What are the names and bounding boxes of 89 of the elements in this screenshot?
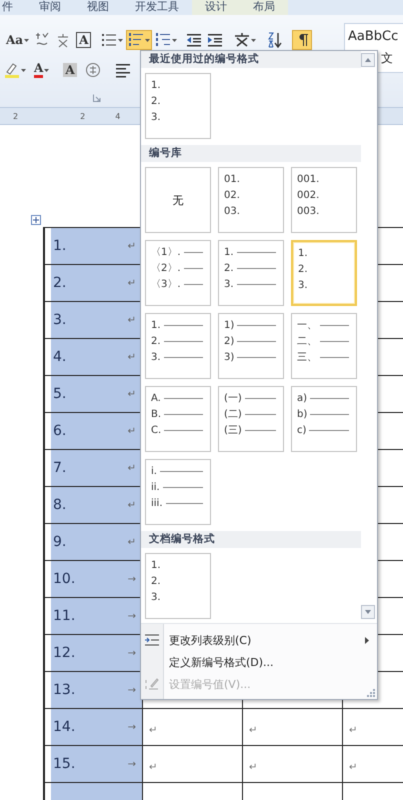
cell-mark: ↵	[128, 500, 136, 510]
cell-mark: ↵	[128, 314, 136, 326]
resize-grip-icon[interactable]	[367, 689, 375, 697]
cell-mark: ↵	[128, 388, 136, 400]
ruler-number: 4	[115, 112, 120, 120]
cell-mark: →	[128, 684, 136, 696]
text-check-icon	[34, 32, 50, 48]
numbering-format-option[interactable]: 一、 二、 三、	[291, 313, 357, 379]
list-number: 12.	[53, 645, 76, 661]
align-left-icon	[114, 62, 131, 78]
cell-mark: ↵	[348, 762, 358, 772]
scroll-down-button[interactable]	[361, 605, 375, 619]
list-number: 11.	[53, 608, 76, 624]
numbering-format-option[interactable]: i. ii. iii.	[145, 459, 211, 525]
ribbon-tab[interactable]: 开发工具	[122, 0, 192, 15]
cell-mark: →	[128, 722, 136, 732]
numbering-format-option[interactable]: 01. 02. 03.	[218, 167, 284, 233]
list-number: 4.	[53, 349, 66, 365]
numbering-format-option[interactable]: a) b) c)	[291, 386, 357, 452]
ribbon-tab[interactable]: 设计	[192, 0, 240, 15]
cell-mark: ↵	[128, 536, 136, 548]
numbering-format-option[interactable]: 1. 2. 3.	[291, 240, 357, 306]
list-number: 5.	[53, 386, 66, 402]
cell-mark: ↵	[248, 762, 258, 772]
cell-mark: ↵	[248, 724, 258, 736]
cell-mark: ↵	[128, 240, 136, 252]
list-number: 10.	[53, 571, 76, 587]
list-number: 7.	[53, 460, 66, 476]
char-shading-button[interactable]: A	[61, 60, 79, 80]
ribbon-tab[interactable]: 审阅	[26, 0, 74, 15]
numbering-button[interactable]	[126, 30, 152, 50]
list-number: 9.	[53, 534, 66, 550]
numbered-list-icon	[128, 32, 144, 48]
cell-mark: ↵	[128, 426, 136, 436]
numbering-format-option[interactable]: (一) (二) (三)	[218, 386, 284, 452]
ribbon-tab[interactable]: 布局	[240, 0, 288, 15]
multilevel-list-icon	[155, 32, 172, 48]
list-number: 15.	[53, 756, 76, 772]
list-number: 2.	[53, 275, 66, 291]
bullet-list-icon	[101, 32, 118, 48]
numbering-format-option[interactable]: 无	[145, 167, 211, 233]
highlighter-icon	[4, 62, 20, 78]
show-marks-button[interactable]	[292, 30, 312, 50]
font-color-button[interactable]: A	[32, 60, 52, 80]
dialog-launcher-icon[interactable]	[93, 94, 101, 102]
ruler-number: 2	[80, 112, 86, 120]
cell-mark: →	[128, 610, 136, 622]
list-number: 1.	[53, 238, 66, 254]
scroll-up-button[interactable]	[361, 53, 375, 67]
list-number: 8.	[53, 497, 66, 513]
indent-level-icon	[145, 634, 159, 646]
numbering-format-option[interactable]: 001. 002. 003.	[291, 167, 357, 233]
numbering-format-option[interactable]: 1. 2. 3.	[145, 73, 211, 139]
ribbon-tab[interactable]: 件	[0, 0, 26, 15]
table-move-handle-icon[interactable]	[31, 215, 41, 225]
cell-mark: →	[128, 648, 136, 658]
section-header: 最近使用过的编号格式	[141, 51, 361, 68]
cell-mark: ↵	[128, 278, 136, 288]
numbering-format-option[interactable]: 1) 2) 3)	[218, 313, 284, 379]
numbering-format-option[interactable]: 1. 2. 3.	[145, 553, 211, 619]
numbered-pen-icon	[145, 677, 159, 691]
list-number: 6.	[53, 423, 66, 439]
ruler-number: 2	[13, 112, 18, 120]
list-number: 3.	[53, 312, 66, 328]
indent-icon	[207, 32, 224, 48]
change-case-button[interactable]: Aa	[4, 30, 32, 50]
cell-mark: ↵	[128, 462, 136, 474]
ribbon-tab[interactable]: 视图	[74, 0, 122, 15]
section-header: 文档编号格式	[141, 531, 361, 548]
section-header: 编号库	[141, 145, 361, 162]
cell-mark: ↵	[348, 724, 358, 736]
numbering-format-option[interactable]: 〈1〉. 〈2〉. 〈3〉.	[145, 240, 211, 306]
circle-icon	[84, 62, 101, 78]
sort-icon	[267, 32, 284, 48]
list-number: 13.	[53, 682, 76, 698]
cell-mark: →	[128, 758, 136, 770]
menu-item[interactable]: 更改列表级别(C)	[141, 629, 377, 651]
numbering-format-option[interactable]: 1. 2. 3.	[145, 313, 211, 379]
char-border-button[interactable]: A	[74, 30, 94, 50]
numbering-format-option[interactable]: A. B. C.	[145, 386, 211, 452]
numbering-format-option[interactable]: 1. 2. 3.	[218, 240, 284, 306]
glyph-icon	[234, 32, 250, 48]
outdent-icon	[186, 32, 202, 48]
menu-item[interactable]: 定义新编号格式(D)...	[141, 651, 377, 673]
cell-mark: ↵	[128, 352, 136, 362]
cell-mark: ↵	[148, 762, 158, 772]
list-number: 14.	[53, 719, 76, 735]
cell-mark: ↵	[148, 724, 158, 736]
cell-mark: →	[128, 574, 136, 584]
